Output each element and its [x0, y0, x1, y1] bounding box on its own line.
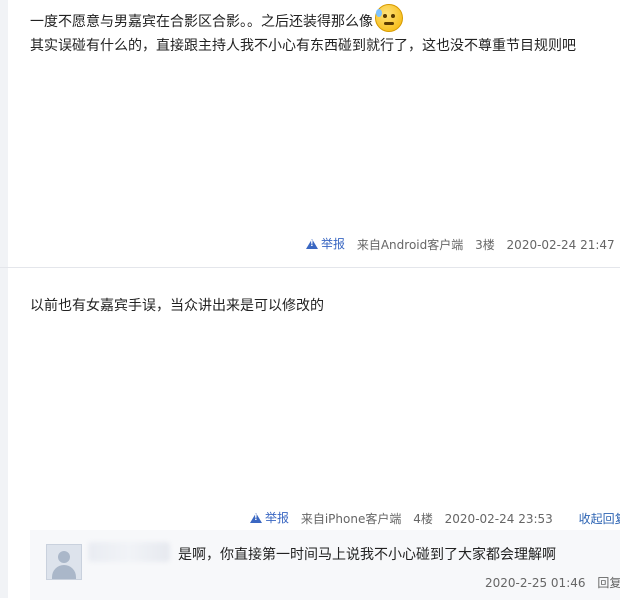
warning-icon	[250, 512, 262, 523]
post-time: 2020-02-24 21:47	[506, 237, 615, 252]
warning-icon	[306, 238, 318, 249]
avatar[interactable]	[46, 544, 82, 580]
report-button[interactable]: 举报	[250, 509, 289, 526]
floor-number: 4楼	[413, 511, 433, 526]
report-label: 举报	[321, 237, 346, 251]
floor-number: 3楼	[475, 237, 495, 252]
post-content: 以前也有女嘉宾手误，当众讲出来是可以修改的	[30, 298, 324, 314]
post-tail: 举报 来自iPhone客户端 4楼 2020-02-24 23:53 收起回复	[250, 509, 620, 527]
sub-reply: 是啊，你直接第一时间马上说我不小心碰到了大家都会理解啊 2020-2-25 01…	[30, 530, 620, 600]
avatar-head	[58, 551, 70, 563]
avatar-body	[52, 565, 76, 579]
post-time: 2020-02-24 23:53	[444, 511, 553, 526]
sub-reply-reply-link[interactable]: 回复	[597, 576, 620, 590]
post-floor-3: 一度不愿意与男嘉宾在合影区合影。。之后还装得那么像 其实误碰有什么的，直接跟主持…	[0, 0, 620, 268]
post-tail: 举报 来自Android客户端 3楼 2020-02-24 21:47 回复	[306, 235, 620, 253]
sweat-smile-emoji-icon	[375, 4, 403, 32]
sub-reply-time: 2020-2-25 01:46	[485, 576, 586, 590]
post-text-line-2: 其实误碰有什么的，直接跟主持人我不小心有东西碰到就行了，这也没不尊重节目规则吧	[30, 38, 576, 54]
report-label: 举报	[265, 511, 290, 525]
report-button[interactable]: 举报	[306, 235, 345, 252]
post-floor-4: 以前也有女嘉宾手误，当众讲出来是可以修改的 举报 来自iPhone客户端 4楼 …	[0, 268, 620, 600]
blurred-username[interactable]	[88, 542, 170, 562]
collapse-replies-link[interactable]: 收起回复	[579, 512, 620, 526]
post-text-line-1: 一度不愿意与男嘉宾在合影区合影。。之后还装得那么像	[30, 14, 373, 30]
sub-reply-meta: 2020-2-25 01:46 回复	[485, 574, 620, 591]
client-source: 来自Android客户端	[356, 237, 464, 252]
post-content: 一度不愿意与男嘉宾在合影区合影。。之后还装得那么像	[30, 4, 403, 33]
client-source: 来自iPhone客户端	[300, 511, 402, 526]
sub-reply-text: 是啊，你直接第一时间马上说我不小心碰到了大家都会理解啊	[178, 547, 556, 563]
